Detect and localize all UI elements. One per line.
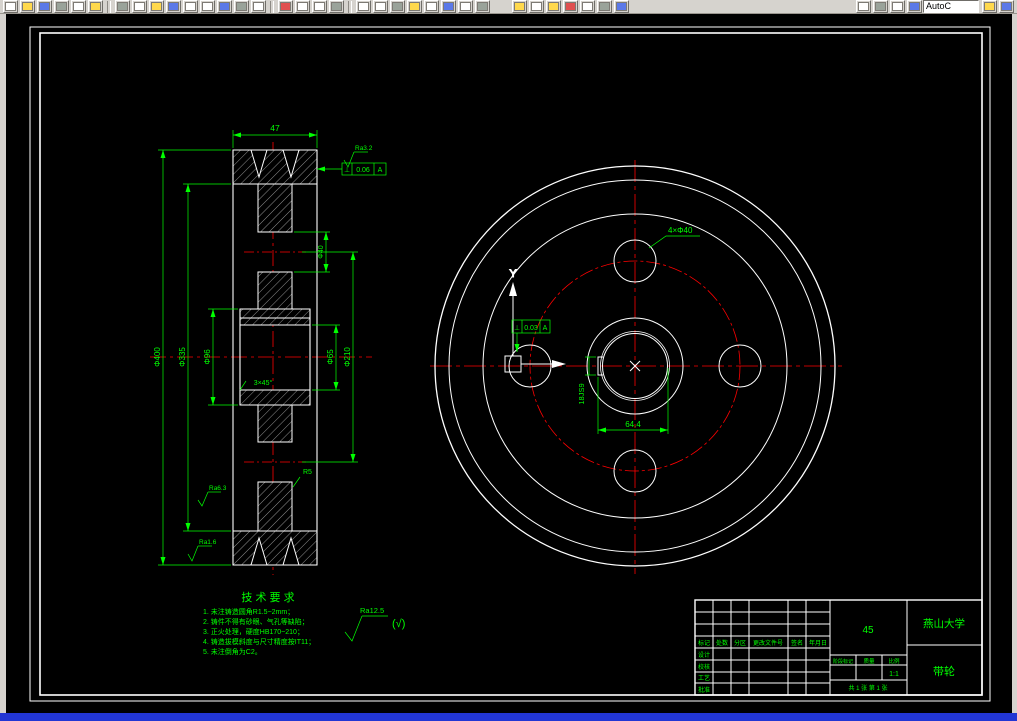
- gdt-symbol: ⊥: [344, 167, 350, 174]
- layers-icon[interactable]: [512, 0, 527, 13]
- linetype-control-icon[interactable]: [580, 0, 595, 13]
- save-icon[interactable]: [37, 0, 52, 13]
- print-icon[interactable]: [54, 0, 69, 13]
- dim-width-label: 47: [270, 123, 280, 133]
- osnap-icon[interactable]: [407, 0, 422, 13]
- bottom-bar: [0, 713, 1017, 721]
- new-icon[interactable]: [3, 0, 18, 13]
- list-icon[interactable]: [890, 0, 905, 13]
- drawing-canvas[interactable]: 47 Φ400 Φ335 Φ96 Φ65 Φ210 Φ40 3×45° R5 R…: [0, 0, 1017, 721]
- tb-material: 45: [862, 625, 874, 636]
- tb-part-name: 带轮: [933, 664, 955, 678]
- zoom-window-icon[interactable]: [312, 0, 327, 13]
- spell-icon[interactable]: [88, 0, 103, 13]
- tech-req-line: 3. 正火处理，硬度HB170~210；: [203, 627, 304, 636]
- lineweight-icon[interactable]: [458, 0, 473, 13]
- tb-row-label: 批准: [698, 686, 710, 694]
- calculator-icon[interactable]: [251, 0, 266, 13]
- tb-header-cell: 年月日: [809, 639, 827, 647]
- about-icon[interactable]: [999, 0, 1014, 13]
- roughness-mid: Ra6.3: [209, 485, 227, 492]
- other-roughness: Ra12.5: [360, 606, 384, 615]
- match-properties-icon[interactable]: [166, 0, 181, 13]
- tech-req-line: 5. 未注倒角为C2。: [203, 647, 262, 656]
- toolbar-separator: [107, 0, 111, 13]
- tech-req-title: 技 术 要 求: [241, 591, 294, 604]
- snap-icon[interactable]: [356, 0, 371, 13]
- ucs-y-label: Y: [509, 268, 517, 280]
- gdt-datum: A: [543, 325, 548, 332]
- tb-school: 燕山大学: [923, 617, 965, 630]
- tb-stage-label: 阶段标记: [833, 658, 853, 665]
- redo-icon[interactable]: [200, 0, 215, 13]
- area-icon[interactable]: [873, 0, 888, 13]
- dim-bore-dia: Φ65: [326, 349, 335, 365]
- redraw-icon[interactable]: [278, 0, 293, 13]
- model-icon[interactable]: [475, 0, 490, 13]
- tb-header-cell: 更改文件号: [753, 639, 783, 647]
- tb-row-label: 校核: [698, 663, 710, 671]
- dim-hole-dia: Φ40: [318, 245, 325, 258]
- cut-icon[interactable]: [115, 0, 130, 13]
- ortho-icon[interactable]: [390, 0, 405, 13]
- chamfer-note: 3×45°: [254, 379, 273, 387]
- holes-note: 4×Φ40: [668, 226, 693, 235]
- roughness-top: Ra3.2: [355, 145, 373, 152]
- tb-scale-label: 比例: [888, 657, 900, 665]
- toolbar-separator: [348, 0, 352, 13]
- tb-header-cell: 分区: [734, 639, 746, 647]
- gdt-datum: A: [378, 167, 383, 174]
- dim-outer-dia: Φ400: [153, 347, 162, 367]
- hyperlink-icon[interactable]: [217, 0, 232, 13]
- layer-control-icon[interactable]: [529, 0, 544, 13]
- tb-row-label: 设计: [698, 651, 710, 659]
- tb-header-cell: 签名: [791, 639, 803, 647]
- print-preview-icon[interactable]: [71, 0, 86, 13]
- copy-icon[interactable]: [132, 0, 147, 13]
- tech-req-line: 4. 铸造拔模斜度与尺寸精度按IT11；: [203, 637, 315, 646]
- top-toolbar: AutoC: [0, 0, 1017, 14]
- distance-icon[interactable]: [856, 0, 871, 13]
- make-object-layer-icon[interactable]: [546, 0, 561, 13]
- fillet-note: R5: [303, 469, 312, 476]
- regen-icon[interactable]: [295, 0, 310, 13]
- lineweight-control-icon[interactable]: [597, 0, 612, 13]
- plot-style-icon[interactable]: [614, 0, 629, 13]
- open-icon[interactable]: [20, 0, 35, 13]
- tech-req-line: 2. 铸件不得有砂眼、气孔等缺陷；: [203, 617, 309, 626]
- gdt-value: 0.06: [356, 167, 370, 174]
- toolbar-separator: [270, 0, 274, 13]
- dim-rim-inner-dia: Φ335: [178, 347, 187, 367]
- tb-mass-label: 质量: [863, 657, 875, 665]
- undo-icon[interactable]: [183, 0, 198, 13]
- gdt-value: 0.03: [524, 325, 538, 332]
- grid-icon[interactable]: [373, 0, 388, 13]
- tb-scale-value: 1:1: [889, 671, 899, 678]
- tb-header-cell: 标记: [698, 639, 710, 647]
- gdt-symbol: ⊥: [514, 325, 520, 332]
- tech-req-line: 1. 未注铸造圆角R1.5~2mm；: [203, 607, 294, 616]
- find-icon[interactable]: [234, 0, 249, 13]
- polar-icon[interactable]: [424, 0, 439, 13]
- dim-hub-dia: Φ96: [203, 349, 212, 365]
- pan-icon[interactable]: [329, 0, 344, 13]
- paste-icon[interactable]: [149, 0, 164, 13]
- keyway-depth-dim: 64.4: [625, 420, 641, 429]
- object-track-icon[interactable]: [441, 0, 456, 13]
- tb-header-cell: 处数: [716, 639, 728, 647]
- keyway-width-dim: 18JS9: [577, 383, 586, 404]
- other-roughness-suffix: (√): [392, 618, 405, 630]
- tb-row-label: 工艺: [698, 674, 710, 682]
- dim-bolt-circle-dia: Φ210: [343, 347, 352, 367]
- locate-point-icon[interactable]: [907, 0, 922, 13]
- tb-sheets: 共 1 张 第 1 张: [848, 684, 887, 692]
- help-icon[interactable]: [982, 0, 997, 13]
- window-title-fragment[interactable]: AutoC: [923, 0, 979, 13]
- roughness-bottom: Ra1.6: [199, 539, 217, 546]
- color-control-icon[interactable]: [563, 0, 578, 13]
